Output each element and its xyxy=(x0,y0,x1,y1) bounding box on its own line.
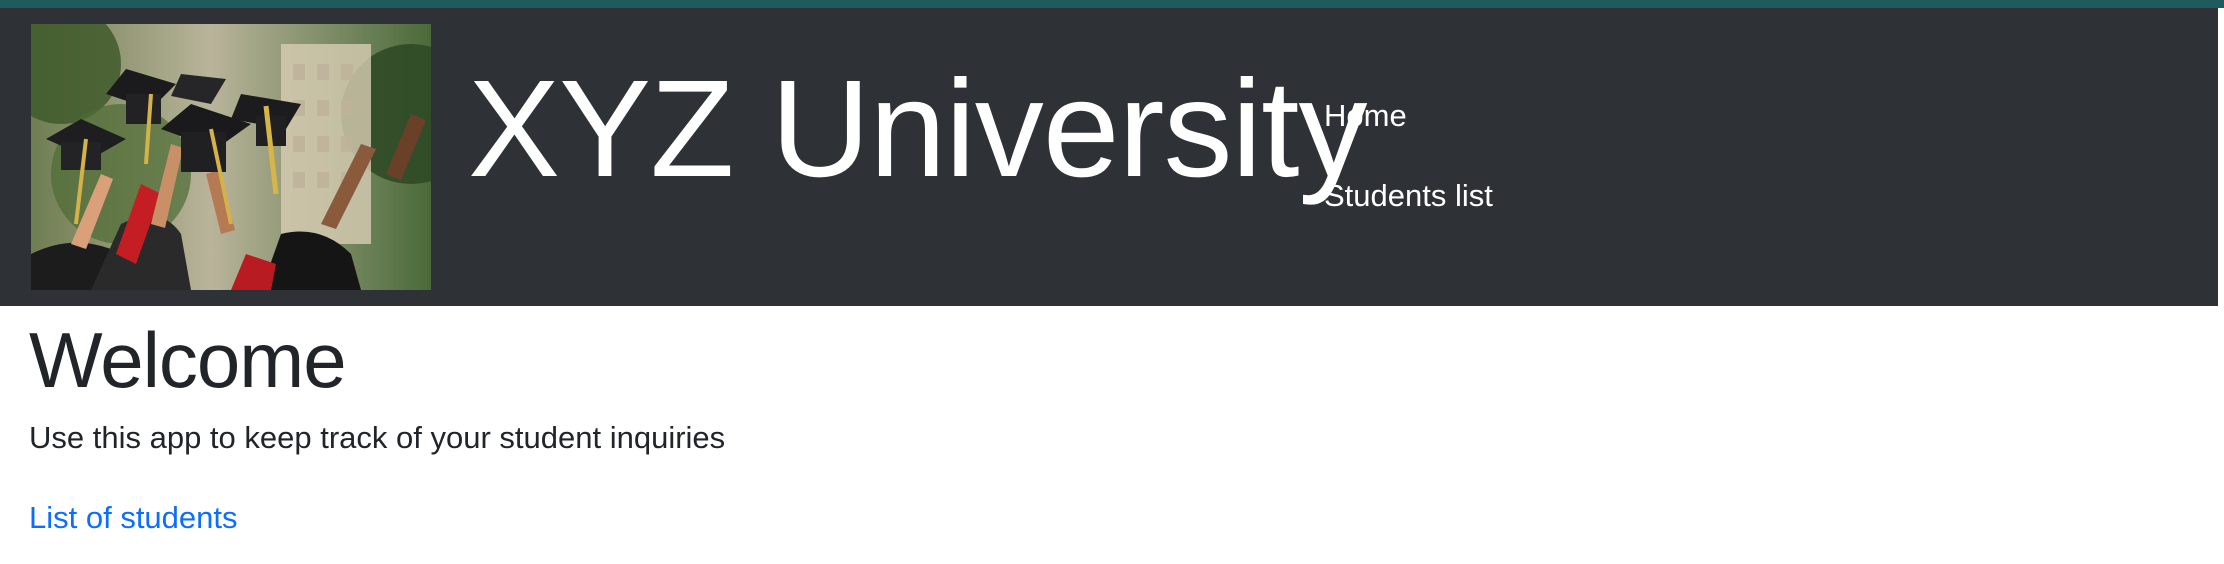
nav-link-students-list[interactable]: Students list xyxy=(1324,178,1493,214)
main-content: Welcome Use this app to keep track of yo… xyxy=(29,318,725,536)
top-accent-strip xyxy=(0,0,2224,8)
nav-link-home[interactable]: Home xyxy=(1324,98,1493,134)
graduation-caps-logo-image xyxy=(31,24,431,290)
page-title: Welcome xyxy=(29,316,347,404)
brand-title[interactable]: XYZ University xyxy=(468,60,1367,198)
main-nav: Home Students list xyxy=(1324,98,1493,258)
page-description: Use this app to keep track of your stude… xyxy=(29,420,726,455)
header-edge xyxy=(2218,8,2224,306)
list-of-students-link[interactable]: List of students xyxy=(29,500,238,536)
